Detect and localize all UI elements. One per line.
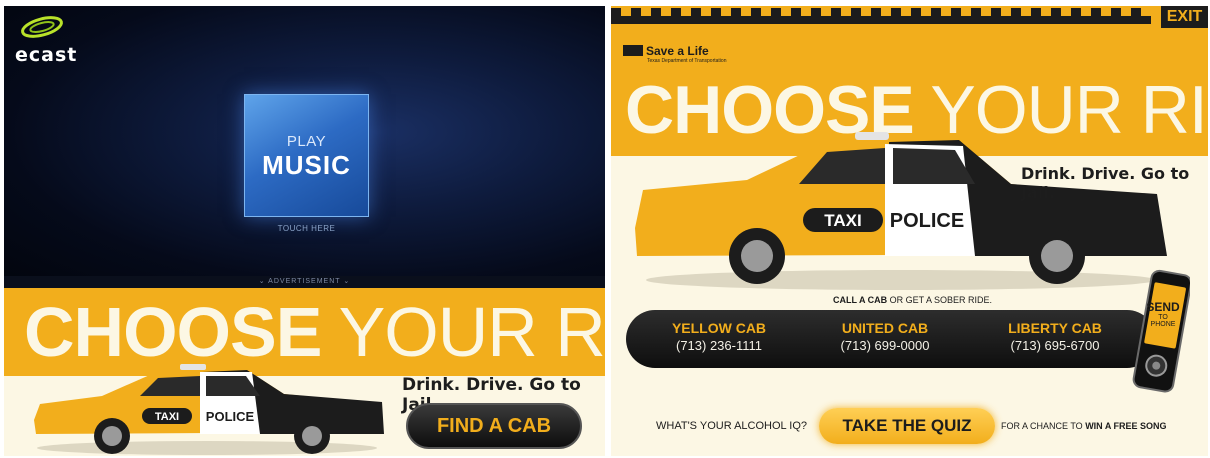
car-police-label: POLICE [206, 409, 255, 424]
cab-phone: (713) 695-6700 [1010, 338, 1100, 353]
cab-name: UNITED CAB [841, 320, 929, 336]
cab-phone: (713) 236-1111 [675, 338, 762, 353]
find-a-cab-button[interactable]: FIND A CAB [406, 403, 582, 449]
advertisement-label: ADVERTISEMENT [268, 278, 341, 285]
play-music-button[interactable]: PLAY MUSIC [244, 94, 369, 217]
cab-name: YELLOW CAB [671, 320, 767, 336]
music-kiosk-screen: ecast PLAY MUSIC TOUCH HERE ⌄ ADVERTISEM… [4, 6, 605, 456]
car-taxi-label: TAXI [824, 211, 861, 230]
cab-option-yellow[interactable]: YELLOW CAB (713) 236-1111 [649, 320, 789, 353]
touch-here-label: TOUCH HERE [277, 224, 336, 233]
exit-button[interactable]: EXIT [1161, 6, 1208, 28]
ecast-logo-text: ecast [15, 44, 78, 66]
alcohol-iq-question: WHAT'S YOUR ALCOHOL IQ? [656, 420, 808, 432]
win-song-prefix: FOR A CHANCE TO [1001, 421, 1086, 431]
save-a-life-logo: Save a Life Texas Department of Transpor… [623, 44, 727, 64]
call-a-cab-line: CALL A CAB OR GET A SOBER RIDE. [833, 295, 992, 305]
advertisement-divider: ⌄ ADVERTISEMENT ⌄ [4, 276, 605, 288]
txdot-logo-icon [623, 45, 643, 56]
car-taxi-label: TAXI [155, 411, 179, 423]
checker-stripe-bottom [611, 16, 1151, 24]
cab-option-liberty[interactable]: LIBERTY CAB (713) 695-6700 [985, 320, 1125, 353]
choose-your-ride-screen: EXIT Save a Life Texas Department of Tra… [611, 6, 1208, 456]
call-a-cab-rest: OR GET A SOBER RIDE. [887, 295, 993, 305]
play-label: PLAY [286, 133, 327, 150]
take-the-quiz-button[interactable]: TAKE THE QUIZ [819, 408, 995, 444]
win-song-bold: WIN A FREE SONG [1085, 421, 1167, 431]
taxi-police-car: TAXI POLICE [34, 364, 384, 455]
cab-phone: (713) 699-0000 [840, 338, 930, 353]
win-song-note: FOR A CHANCE TO WIN A FREE SONG [1001, 421, 1167, 431]
save-a-life-subtitle: Texas Department of Transportation [647, 58, 727, 64]
to-phone-label: TO PHONE [1150, 314, 1176, 328]
cab-option-united[interactable]: UNITED CAB (713) 699-0000 [815, 320, 955, 353]
music-label: MUSIC [262, 150, 351, 180]
send-label: SEND [1146, 300, 1180, 314]
car-police-label: POLICE [890, 210, 964, 232]
taxi-police-car: TAXI POLICE [635, 132, 1167, 290]
save-a-life-title: Save a Life [646, 44, 709, 58]
call-a-cab-bold: CALL A CAB [833, 295, 888, 305]
send-to-phone-button[interactable]: SEND TO PHONE [1146, 286, 1180, 348]
tagline: Drink. Drive. Go to Jail. [1021, 164, 1190, 202]
ecast-swoosh-icon [21, 16, 63, 38]
cab-name: LIBERTY CAB [1008, 320, 1102, 336]
ecast-logo: ecast [10, 12, 90, 72]
